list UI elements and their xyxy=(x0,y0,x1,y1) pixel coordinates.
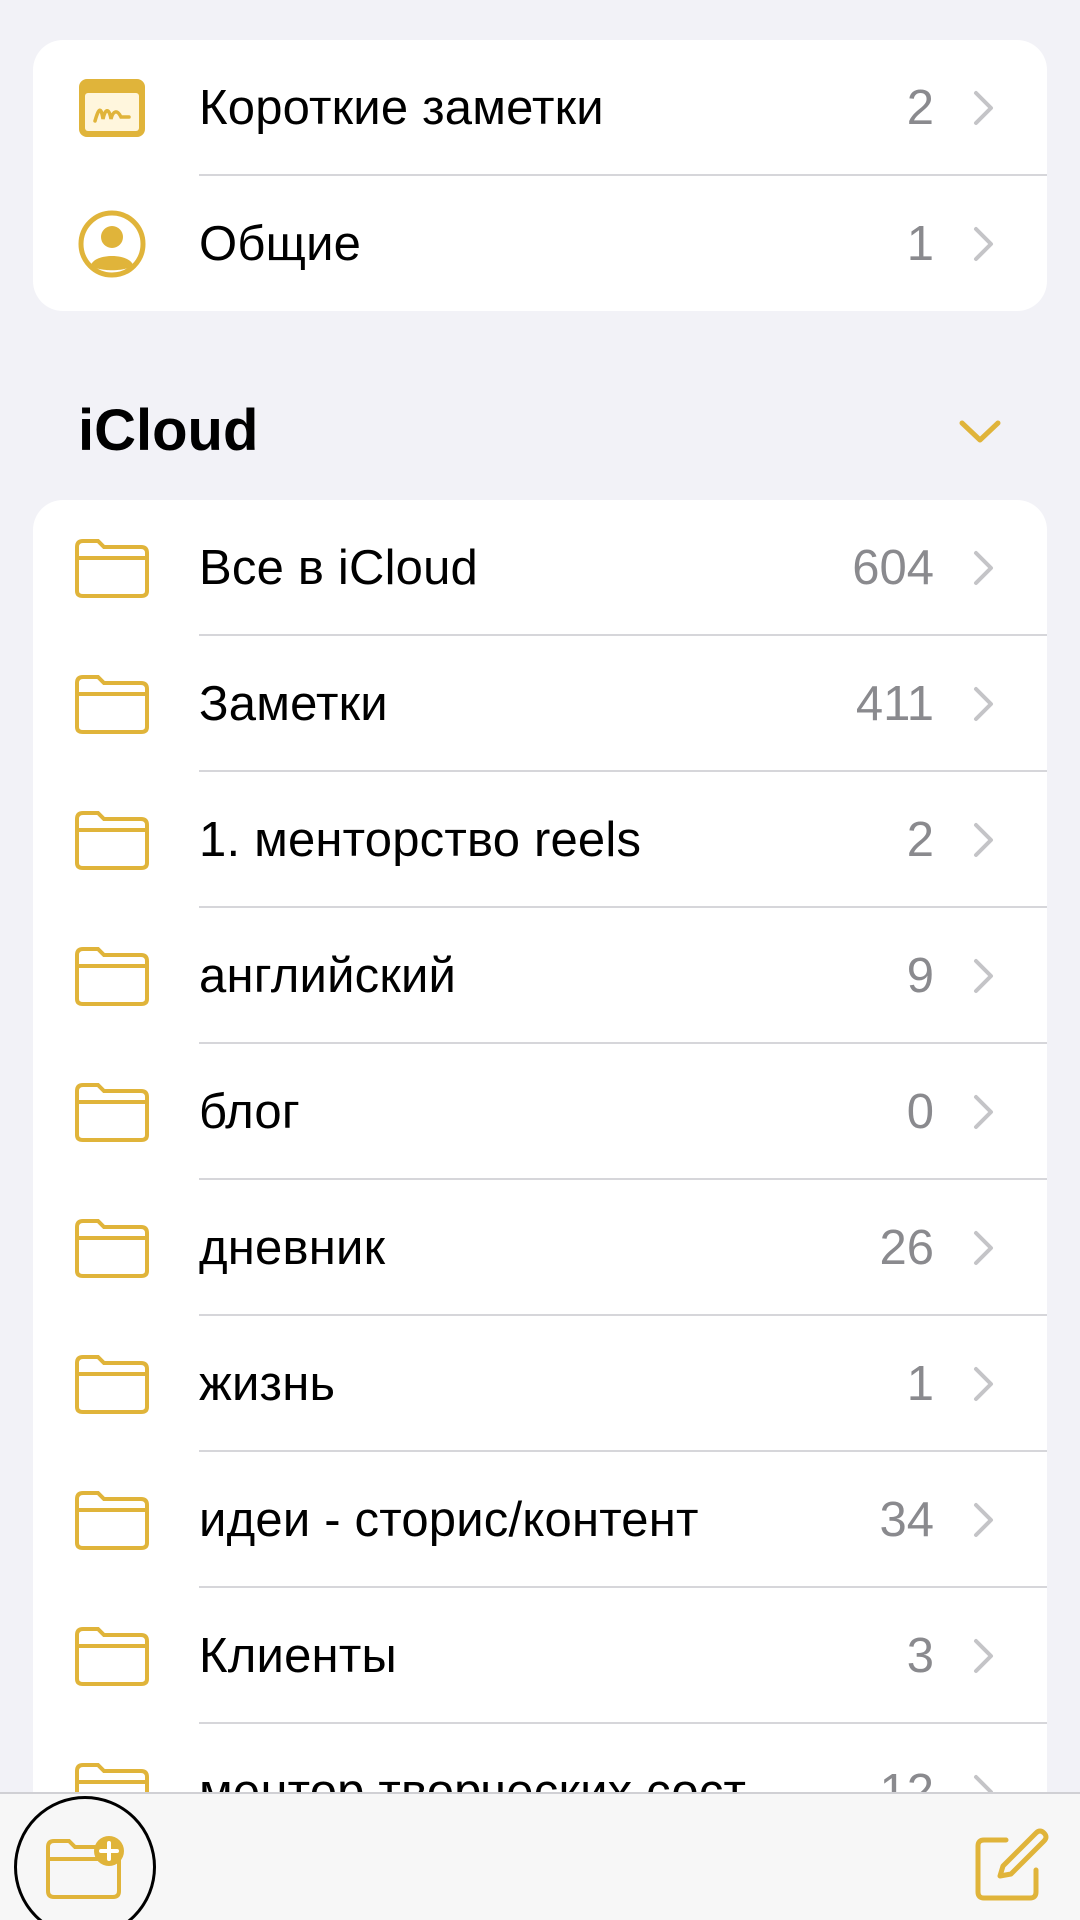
chevron-right-icon xyxy=(974,959,993,993)
folder-label: Короткие заметки xyxy=(199,81,604,135)
folder-label: дневник xyxy=(199,1221,386,1275)
folder-row-quick-notes[interactable]: Короткие заметки 2 xyxy=(33,40,1047,176)
folder-icon xyxy=(74,1452,150,1588)
top-folders-card: Короткие заметки 2 Общие 1 xyxy=(33,40,1047,311)
chevron-right-icon xyxy=(974,551,993,585)
folder-count: 9 xyxy=(906,949,934,1003)
folder-label: Заметки xyxy=(199,677,388,731)
folder-row[interactable]: Клиенты 3 xyxy=(33,1588,1047,1724)
chevron-down-icon[interactable] xyxy=(958,418,1002,446)
folder-count: 2 xyxy=(906,813,934,867)
chevron-right-icon xyxy=(974,1503,993,1537)
folder-icon xyxy=(74,636,150,772)
folder-icon xyxy=(74,772,150,908)
folder-label: Клиенты xyxy=(199,1629,397,1683)
folder-label: английский xyxy=(199,949,457,1003)
folder-count: 26 xyxy=(879,1221,934,1275)
compose-icon[interactable] xyxy=(970,1826,1050,1906)
folder-count: 604 xyxy=(852,541,934,595)
folder-label: жизнь xyxy=(199,1357,336,1411)
chevron-right-icon xyxy=(974,227,993,261)
folder-icon xyxy=(74,1588,150,1724)
folder-count: 34 xyxy=(879,1493,934,1547)
folder-icon xyxy=(74,1316,150,1452)
notes-folders-screen: Короткие заметки 2 Общие 1 iCloud Все в … xyxy=(0,0,1080,1920)
chevron-right-icon xyxy=(974,91,993,125)
chevron-right-icon xyxy=(974,823,993,857)
bottom-toolbar xyxy=(0,1792,1080,1920)
chevron-right-icon xyxy=(974,1095,993,1129)
folder-row[interactable]: идеи - сторис/контент 34 xyxy=(33,1452,1047,1588)
folder-row[interactable]: 1. менторство reels 2 xyxy=(33,772,1047,908)
section-header-icloud: iCloud xyxy=(78,398,259,463)
chevron-right-icon xyxy=(974,1639,993,1673)
folder-count: 3 xyxy=(906,1629,934,1683)
folder-row[interactable]: Все в iCloud 604 xyxy=(33,500,1047,636)
folder-label: 1. менторство reels xyxy=(199,813,642,867)
folder-count: 1 xyxy=(906,1357,934,1411)
folder-label: блог xyxy=(199,1085,300,1139)
chevron-right-icon xyxy=(974,1367,993,1401)
new-folder-icon xyxy=(46,1836,124,1899)
quick-notes-icon xyxy=(74,40,150,176)
folder-label: Общие xyxy=(199,217,362,271)
folder-count: 411 xyxy=(855,677,934,731)
folder-icon xyxy=(74,908,150,1044)
folder-row[interactable]: Заметки 411 xyxy=(33,636,1047,772)
folder-row-shared[interactable]: Общие 1 xyxy=(33,176,1047,311)
folder-row[interactable]: английский 9 xyxy=(33,908,1047,1044)
chevron-right-icon xyxy=(974,1231,993,1265)
folder-count: 0 xyxy=(906,1085,934,1139)
folder-icon xyxy=(74,1044,150,1180)
folder-row[interactable]: блог 0 xyxy=(33,1044,1047,1180)
folder-icon xyxy=(74,1180,150,1316)
folder-icon xyxy=(74,500,150,636)
folder-count: 2 xyxy=(906,81,934,135)
folder-label: идеи - сторис/контент xyxy=(199,1493,699,1547)
folder-row[interactable]: жизнь 1 xyxy=(33,1316,1047,1452)
shared-person-icon xyxy=(74,176,150,311)
folder-row[interactable]: дневник 26 xyxy=(33,1180,1047,1316)
chevron-right-icon xyxy=(974,687,993,721)
folder-count: 1 xyxy=(906,217,934,271)
folder-label: Все в iCloud xyxy=(199,541,479,595)
icloud-folders-card: Все в iCloud 604 Заметки 411 1. менторст… xyxy=(33,500,1047,1920)
